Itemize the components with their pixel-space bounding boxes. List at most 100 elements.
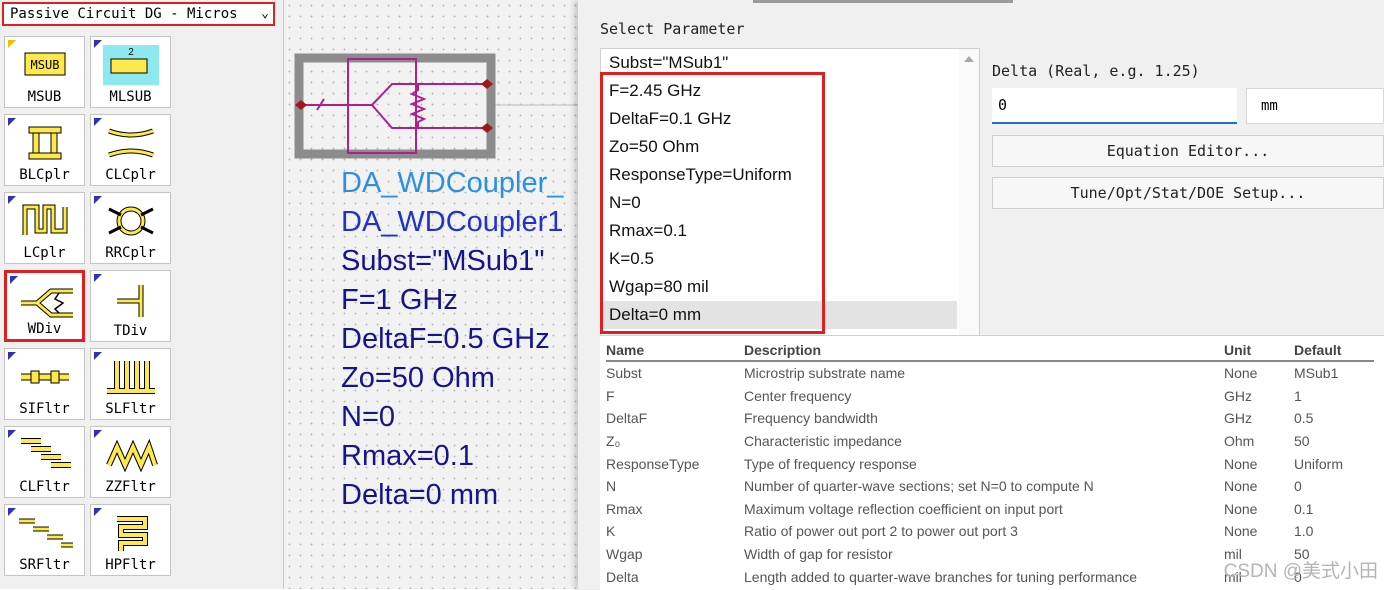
doc-row: Z₀ Characteristic impedance Ohm 50 — [606, 430, 1374, 453]
msub-icon: MSUB — [24, 52, 66, 76]
doc-row: DeltaF Frequency bandwidth GHz 0.5 — [606, 407, 1374, 430]
doc-cell: Type of frequency response — [744, 455, 917, 472]
doc-cell: Maximum voltage reflection coefficient o… — [744, 500, 1063, 517]
scroll-up-arrow-icon[interactable] — [959, 49, 979, 69]
doc-cell: 0 — [1294, 478, 1302, 495]
doc-cell: DeltaF — [606, 410, 648, 427]
component-param-text: Subst="MSub1" — [341, 245, 545, 277]
doc-cell: None — [1224, 455, 1258, 472]
component-palette: Passive Circuit DG - Micros ⌄ MSUB MSUB 2 M… — [0, 0, 284, 589]
doc-row: ResponseType Type of frequency response No… — [606, 452, 1374, 475]
doc-cell: Subst — [606, 365, 642, 382]
doc-cell: Number of quarter-wave sections; set N=0… — [744, 478, 1094, 495]
blcplr-icon — [28, 126, 62, 160]
palette-item-rrcplr[interactable]: RRCplr — [90, 192, 171, 264]
palette-item-lcplr[interactable]: LCplr — [4, 192, 85, 264]
zzfltr-icon — [106, 438, 158, 473]
palette-item-label: CLFltr — [19, 479, 70, 495]
doc-cell: None — [1224, 478, 1258, 495]
doc-cell: K — [606, 523, 616, 540]
palette-item-clcplr[interactable]: CLCplr — [90, 114, 171, 186]
palette-item-label: MSUB — [27, 89, 62, 105]
palette-item-blcplr[interactable]: BLCplr — [4, 114, 85, 186]
doc-cell: Z₀ — [606, 433, 621, 450]
doc-row: N Number of quarter-wave sections; set N=… — [606, 475, 1374, 498]
palette-item-zzfltr[interactable]: ZZFltr — [90, 426, 171, 498]
palette-item-mlsub[interactable]: 2 MLSUB — [90, 36, 171, 108]
watermark: CSDN @美式小田 — [1223, 561, 1378, 582]
srfltr-icon — [19, 518, 73, 548]
tdiv-icon — [117, 285, 144, 317]
doc-cell: 0.5 — [1294, 410, 1314, 427]
doc-cell: None — [1224, 365, 1258, 382]
sifltr-icon — [21, 370, 69, 384]
clfltr-icon — [21, 438, 71, 468]
unit-dropdown[interactable]: mm — [1246, 88, 1384, 124]
doc-row: K Ratio of power out port 2 to power out … — [606, 520, 1374, 543]
palette-item-msub[interactable]: MSUB MSUB — [4, 36, 85, 108]
doc-cell: Microstrip substrate name — [744, 365, 906, 382]
doc-cell: 0.1 — [1294, 500, 1314, 517]
palette-item-label: BLCplr — [19, 167, 70, 183]
component-param-text: DeltaF=0.5 GHz — [341, 323, 550, 355]
doc-row: Subst Microstrip substrate name None MSub1 — [606, 361, 1374, 385]
doc-cell: 50 — [1294, 433, 1310, 450]
delta-value-input[interactable] — [992, 88, 1237, 124]
palette-item-wdiv[interactable]: WDiv — [4, 270, 85, 342]
doc-cell: None — [1224, 500, 1258, 517]
doc-cell: Rmax — [606, 500, 643, 517]
branch-lower — [371, 104, 489, 129]
palette-item-hpfltr[interactable]: HPFltr — [90, 504, 171, 576]
tune-opt-setup-button[interactable]: Tune/Opt/Stat/DOE Setup... — [992, 177, 1384, 209]
select-parameter-label: Select Parameter — [600, 20, 745, 38]
parameter-doc-table: Name Description Unit Default Subst Microstri… — [606, 340, 1374, 588]
lcplr-icon — [22, 204, 68, 235]
component-param-text: Rmax=0.1 — [341, 440, 474, 472]
palette-item-label: LCplr — [23, 245, 66, 261]
palette-item-sifltr[interactable]: SIFltr — [4, 348, 85, 420]
palette-item-label: WDiv — [27, 321, 62, 337]
palette-item-tdiv[interactable]: TDiv — [90, 270, 171, 342]
wdiv-icon — [21, 288, 73, 318]
isolation-resistor — [409, 84, 427, 128]
library-dropdown[interactable]: Passive Circuit DG - Micros ⌄ — [2, 2, 275, 26]
component-param-text: Delta=0 mm — [341, 479, 499, 511]
palette-item-label: TDiv — [113, 323, 148, 339]
palette-item-slfltr[interactable]: SLFltr — [90, 348, 171, 420]
doc-cell: None — [1224, 523, 1258, 540]
palette-item-srfltr[interactable]: SRFltr — [4, 504, 85, 576]
palette-item-clfltr[interactable]: CLFltr — [4, 426, 85, 498]
doc-header-row: Name Description Unit Default — [606, 340, 1374, 362]
library-dropdown-value: Passive Circuit DG - Micros — [10, 6, 238, 22]
doc-cell: 1 — [1294, 387, 1302, 404]
palette-item-label: SLFltr — [105, 401, 156, 417]
parameter-list-scrollbar[interactable] — [959, 49, 979, 339]
branch-upper — [371, 83, 489, 106]
hpfltr-icon — [117, 516, 148, 551]
doc-cell: 1.0 — [1294, 523, 1314, 540]
doc-header-cell: Unit — [1224, 340, 1294, 362]
doc-header-cell: Description — [744, 340, 1224, 362]
equation-editor-button[interactable]: Equation Editor... — [992, 135, 1384, 167]
component-param-text: Zo=50 Ohm — [341, 362, 495, 394]
doc-cell: Characteristic impedance — [744, 433, 902, 450]
svg-text:MSUB: MSUB — [31, 58, 60, 72]
mlsub-icon: 2 — [103, 45, 159, 85]
palette-item-label: SIFltr — [19, 401, 70, 417]
doc-header-cell: Name — [606, 340, 744, 362]
delta-field-label: Delta (Real, e.g. 1.25) — [992, 62, 1200, 80]
palette-item-label: ZZFltr — [105, 479, 156, 495]
chevron-down-icon[interactable]: ⌄ — [261, 4, 269, 24]
component-param-text: DA_WDCoupler1 — [341, 206, 564, 238]
palette-item-label: HPFltr — [105, 557, 156, 573]
doc-cell: Length added to quarter-wave branches fo… — [744, 568, 1138, 585]
doc-cell: Frequency bandwidth — [744, 410, 878, 427]
doc-cell: MSub1 — [1294, 365, 1339, 382]
parameter-highlight-box — [600, 72, 825, 334]
doc-cell: GHz — [1224, 410, 1252, 427]
doc-row: F Center frequency GHz 1 — [606, 385, 1374, 408]
parameter-documentation: Name Description Unit Default Subst Microstri… — [600, 335, 1384, 590]
doc-cell: Width of gap for resistor — [744, 546, 893, 563]
doc-header-cell: Default — [1294, 340, 1374, 362]
palette-item-label: MLSUB — [109, 89, 152, 105]
